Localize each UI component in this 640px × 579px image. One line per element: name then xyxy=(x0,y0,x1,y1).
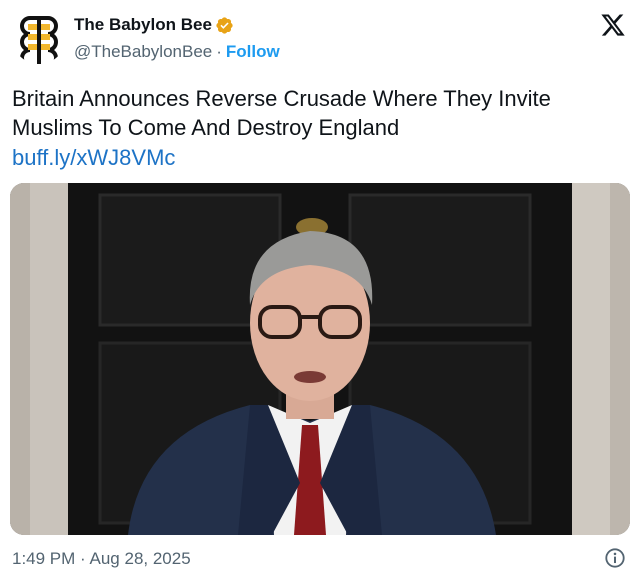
tweet-date: Aug 28, 2025 xyxy=(89,549,191,568)
author-handle-row: @TheBabylonBee · Follow xyxy=(74,42,280,62)
tweet-time: 1:49 PM xyxy=(12,549,76,568)
tweet-footer: 1:49 PM · Aug 28, 2025 xyxy=(12,546,628,572)
info-icon[interactable] xyxy=(604,547,626,569)
author-name-row: The Babylon Bee xyxy=(74,15,234,35)
tweet-timestamp[interactable]: 1:49 PM · Aug 28, 2025 xyxy=(12,549,191,569)
tweet-header: The Babylon Bee @TheBabylonBee · Follow xyxy=(12,10,628,66)
x-logo-icon[interactable] xyxy=(600,12,626,38)
tweet-link[interactable]: buff.ly/xWJ8VMc xyxy=(12,143,175,172)
tweet-text: Britain Announces Reverse Crusade Where … xyxy=(12,86,551,140)
follow-button[interactable]: Follow xyxy=(226,42,280,62)
tweet-media-image[interactable] xyxy=(10,183,630,535)
author-handle[interactable]: @TheBabylonBee xyxy=(74,42,212,62)
separator-dot: · xyxy=(216,42,222,61)
verified-badge-icon[interactable] xyxy=(215,16,234,35)
avatar-babylon-bee-logo[interactable] xyxy=(12,10,66,64)
separator-dot: · xyxy=(80,549,86,568)
author-display-name[interactable]: The Babylon Bee xyxy=(74,15,212,35)
